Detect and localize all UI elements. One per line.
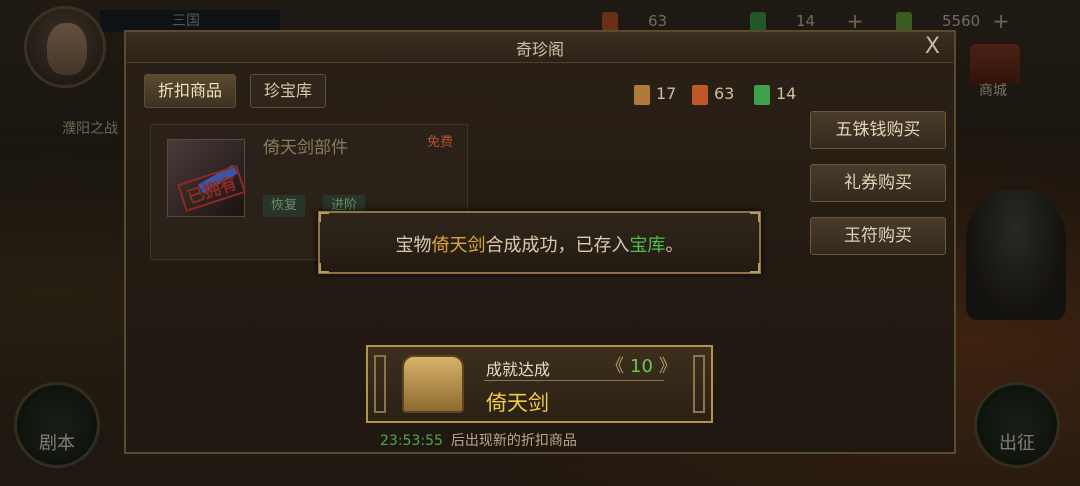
achievement-title: 成就达成 — [486, 360, 551, 379]
achievement-level: 《 10 》 — [600, 352, 683, 378]
toast-middle: 合成成功，已存入 — [485, 235, 630, 256]
product-image: 已拥有 — [167, 139, 246, 217]
refresh-timer: 23:53:55 后出现新的折扣商品 — [380, 430, 577, 450]
currency-gift: 63 — [692, 82, 734, 106]
scroll-coin-icon — [634, 84, 650, 105]
toast-corner — [750, 212, 760, 222]
left-arrow-icon: 《 — [606, 356, 624, 377]
free-tag: 免费 — [427, 135, 454, 150]
toast-item: 倚天剑 — [431, 235, 486, 256]
divider — [484, 380, 664, 381]
gift-ticket-icon — [692, 84, 708, 105]
buy-with-jade-button[interactable]: 玉符购买 — [810, 217, 946, 255]
achievement-banner: 成就达成 《 10 》 倚天剑 — [366, 345, 713, 423]
owned-stamp: 已拥有 — [177, 164, 246, 213]
currency-value: 63 — [714, 84, 735, 103]
currency-value: 14 — [776, 84, 797, 103]
toast-prefix: 宝物 — [395, 235, 432, 256]
toast-suffix: 。 — [665, 235, 684, 256]
buy-with-gift-ticket-button[interactable]: 礼券购买 — [810, 164, 946, 202]
toast-corner — [319, 263, 329, 273]
treasure-chest-icon — [402, 355, 464, 413]
toast-corner — [750, 263, 760, 273]
timer-value: 23:53:55 — [380, 433, 443, 449]
tab-discount-goods[interactable]: 折扣商品 — [144, 74, 237, 108]
close-button[interactable]: X — [925, 34, 940, 59]
jade-tally-icon — [754, 84, 770, 105]
toast-place: 宝库 — [629, 235, 666, 256]
toast-corner — [319, 212, 329, 222]
restore-button[interactable]: 恢复 — [263, 195, 306, 217]
banner-ornament — [693, 355, 705, 413]
achievement-name: 倚天剑 — [486, 391, 549, 415]
level-value: 10 — [630, 356, 653, 377]
currency-value: 17 — [656, 84, 677, 103]
product-name: 倚天剑部件 — [263, 138, 348, 158]
panel-title-bar: 奇珍阁 X — [126, 32, 954, 63]
toast-message: 宝物倚天剑合成成功，已存入宝库。 — [320, 231, 759, 257]
currency-jade: 14 — [754, 82, 796, 106]
buy-with-coins-button[interactable]: 五铢钱购买 — [810, 111, 946, 149]
tab-treasury[interactable]: 珍宝库 — [250, 74, 327, 108]
right-arrow-icon: 》 — [658, 356, 677, 377]
synthesis-toast: 宝物倚天剑合成成功，已存入宝库。 — [318, 211, 761, 274]
panel-title: 奇珍阁 — [515, 40, 564, 59]
currency-scroll: 17 — [634, 82, 676, 106]
timer-text: 后出现新的折扣商品 — [450, 433, 577, 449]
banner-ornament — [374, 355, 386, 413]
